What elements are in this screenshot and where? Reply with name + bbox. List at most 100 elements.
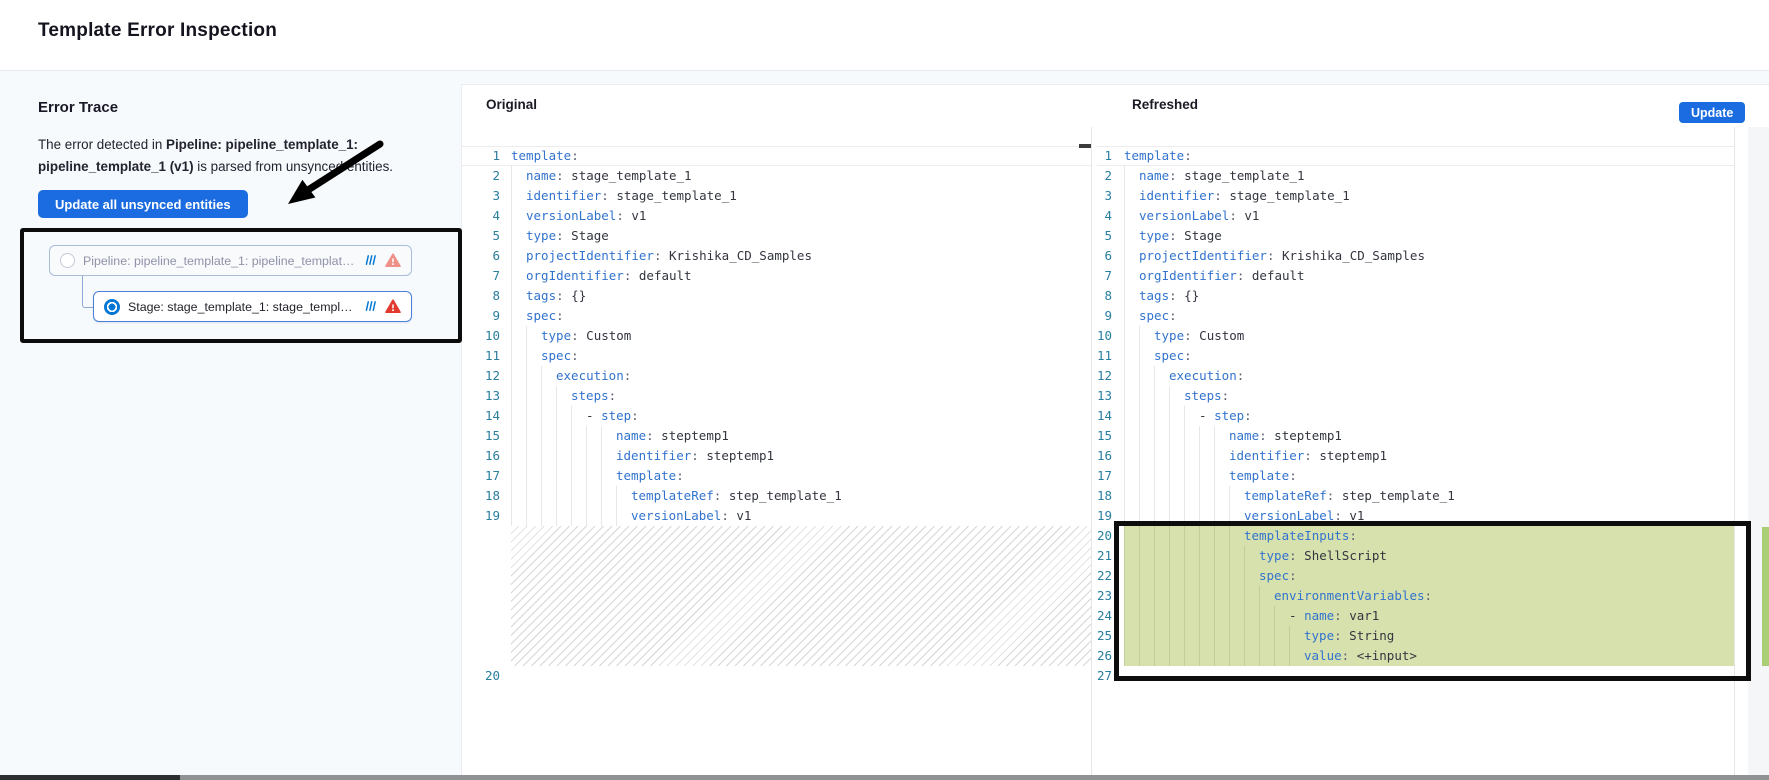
overview-ruler-scrollbar[interactable] <box>1748 127 1769 775</box>
yaml-value: {} <box>1177 288 1200 303</box>
yaml-key: versionLabel <box>526 208 616 223</box>
indent-guide <box>571 426 586 446</box>
code-text: execution: <box>1124 366 1734 386</box>
code-text: name: steptemp1 <box>1124 426 1734 446</box>
code-text: orgIdentifier: default <box>1124 266 1734 286</box>
code-line: 6projectIdentifier: Krishika_CD_Samples <box>461 246 1091 266</box>
deleted-lines-placeholder <box>511 526 1091 666</box>
indent-guide <box>1124 406 1139 426</box>
yaml-key: spec <box>541 348 571 363</box>
indent-guide <box>1154 446 1169 466</box>
code-text: identifier: stage_template_1 <box>511 186 1091 206</box>
yaml-key: projectIdentifier <box>526 248 654 263</box>
code-line: 11spec: <box>1097 346 1734 366</box>
yaml-colon: : <box>646 428 654 443</box>
code-line: 3identifier: stage_template_1 <box>461 186 1091 206</box>
line-number: 9 <box>1097 306 1124 326</box>
indent-guide <box>1169 446 1184 466</box>
line-number: 8 <box>461 286 511 306</box>
original-pane-label: Original <box>486 97 537 112</box>
original-editor[interactable]: 1template:2name: stage_template_13identi… <box>461 127 1091 775</box>
indent-guide <box>541 386 556 406</box>
indent-guide <box>1124 186 1139 206</box>
indent-guide <box>1124 446 1139 466</box>
yaml-key: orgIdentifier <box>526 268 624 283</box>
line-number: 11 <box>1097 346 1124 366</box>
code-line: 18templateRef: step_template_1 <box>461 486 1091 506</box>
code-line: 5type: Stage <box>461 226 1091 246</box>
line-number: 1 <box>1097 146 1124 166</box>
indent-guide <box>556 466 571 486</box>
code-text: identifier: stage_template_1 <box>1124 186 1734 206</box>
code-text: tags: {} <box>1124 286 1734 306</box>
indent-guide <box>1139 366 1154 386</box>
code-line: 1template: <box>1097 146 1734 166</box>
deleted-lines-placeholder-row <box>461 526 1091 666</box>
code-line: 17template: <box>1097 466 1734 486</box>
indent-guide <box>526 506 541 526</box>
page-header: Template Error Inspection <box>0 0 1769 71</box>
yaml-key: name <box>1229 428 1259 443</box>
line-number: 2 <box>461 166 511 186</box>
indent-guide <box>1124 306 1139 326</box>
indent-guide <box>601 446 616 466</box>
line-number: 6 <box>461 246 511 266</box>
indent-guide <box>511 446 526 466</box>
code-text: type: Stage <box>1124 226 1734 246</box>
code-text: - step: <box>1124 406 1734 426</box>
yaml-key: identifier <box>1139 188 1214 203</box>
line-number: 11 <box>461 346 511 366</box>
indent-guide <box>1154 366 1169 386</box>
yaml-list-dash: - <box>1199 408 1214 423</box>
yaml-key: versionLabel <box>631 508 721 523</box>
yaml-value: steptemp1 <box>654 428 729 443</box>
code-line: 20 <box>461 666 1091 686</box>
code-line: 13steps: <box>1097 386 1734 406</box>
indent-guide <box>511 466 526 486</box>
line-number: 16 <box>1097 446 1124 466</box>
update-button[interactable]: Update <box>1679 102 1745 123</box>
code-text: type: Custom <box>511 326 1091 346</box>
code-line: 12execution: <box>461 366 1091 386</box>
indent-guide <box>1124 386 1139 406</box>
line-number: 7 <box>1097 266 1124 286</box>
code-text: - step: <box>511 406 1091 426</box>
indent-guide <box>1124 246 1139 266</box>
indent-guide <box>1184 446 1199 466</box>
yaml-colon: : <box>1169 228 1177 243</box>
line-number: 10 <box>1097 326 1124 346</box>
editor-divider[interactable] <box>1091 127 1092 775</box>
yaml-key: spec <box>526 308 556 323</box>
indent-guide <box>586 486 601 506</box>
indent-guide <box>1154 466 1169 486</box>
update-all-unsynced-entities-button[interactable]: Update all unsynced entities <box>38 190 248 218</box>
code-line: 10type: Custom <box>461 326 1091 346</box>
line-number: 7 <box>461 266 511 286</box>
indent-guide <box>1169 486 1184 506</box>
yaml-key: name <box>526 168 556 183</box>
line-number: 12 <box>1097 366 1124 386</box>
indent-guide <box>526 486 541 506</box>
indent-guide <box>511 426 526 446</box>
indent-guide <box>1169 466 1184 486</box>
code-line: 16identifier: steptemp1 <box>1097 446 1734 466</box>
yaml-colon: : <box>1169 308 1177 323</box>
yaml-colon: : <box>556 308 564 323</box>
indent-guide <box>1199 486 1214 506</box>
indent-guide <box>1139 406 1154 426</box>
yaml-value: Stage <box>1177 228 1222 243</box>
horizontal-scrollbar-thumb[interactable] <box>0 775 180 780</box>
indent-guide <box>1184 406 1199 426</box>
yaml-colon: : <box>1214 188 1222 203</box>
yaml-colon: : <box>676 468 684 483</box>
indent-guide <box>511 346 526 366</box>
yaml-value: stage_template_1 <box>1177 168 1305 183</box>
code-text: template: <box>511 146 1091 166</box>
code-text: spec: <box>511 306 1091 326</box>
horizontal-scrollbar[interactable] <box>0 775 1769 780</box>
indent-guide <box>511 366 526 386</box>
code-text: template: <box>1124 146 1734 166</box>
yaml-value: step_template_1 <box>721 488 841 503</box>
yaml-value: Custom <box>1192 328 1245 343</box>
yaml-colon: : <box>616 208 624 223</box>
